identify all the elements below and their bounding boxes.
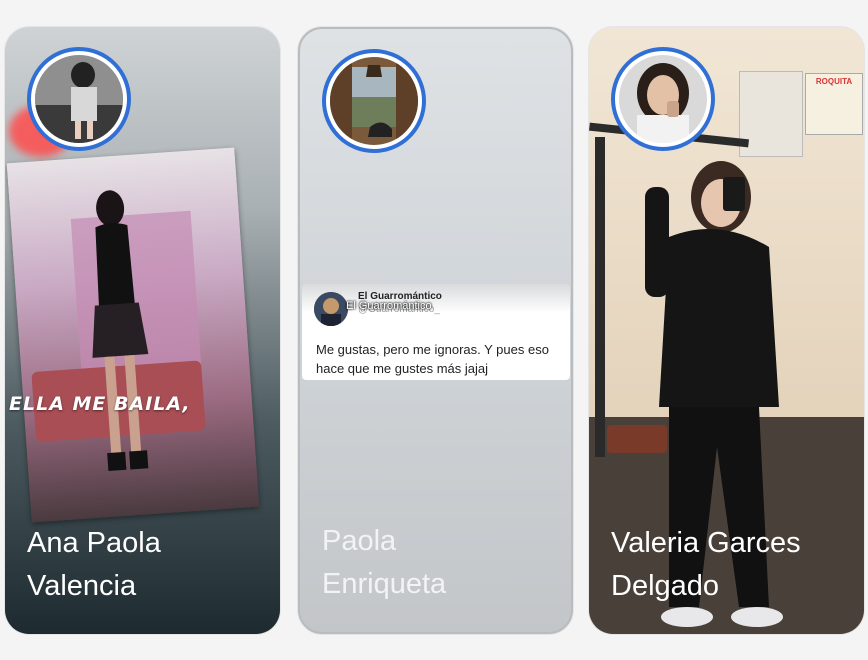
gym-machine xyxy=(595,137,605,457)
tweet-overlay-label: El Guarromántico xyxy=(346,300,432,312)
wall-poster xyxy=(739,71,803,157)
story-card-paola-enriqueta[interactable]: El Guarromántico @Guarromantico_ El Guar… xyxy=(298,27,573,634)
story-author-name: Ana Paola Valencia xyxy=(27,527,161,602)
profile-photo-icon xyxy=(330,57,418,145)
tweet-profile-icon xyxy=(314,292,348,326)
profile-photo-icon xyxy=(619,55,707,143)
story-avatar[interactable] xyxy=(322,49,426,153)
story-card-valeria-garces[interactable]: ROQUITA Valeria Garces Delgado xyxy=(589,27,864,634)
tweet-text: Me gustas, pero me ignoras. Y pues eso h… xyxy=(316,342,549,376)
story-author-name: Paola Enriqueta xyxy=(322,525,447,600)
wall-poster: ROQUITA xyxy=(805,73,863,135)
story-photo xyxy=(6,147,260,523)
story-caption: ELLA ME BAILA, xyxy=(9,393,191,415)
story-avatar[interactable] xyxy=(27,47,131,151)
stories-row: ELLA ME BAILA, Ana Paola Valencia El Gua… xyxy=(0,0,868,660)
story-author-name: Valeria Garces Delgado xyxy=(611,527,801,602)
story-card-ana-paola[interactable]: ELLA ME BAILA, Ana Paola Valencia xyxy=(5,27,280,634)
profile-photo-icon xyxy=(35,55,123,143)
tweet-avatar xyxy=(314,292,348,326)
story-avatar[interactable] xyxy=(611,47,715,151)
tweet-embed: El Guarromántico @Guarromantico_ El Guar… xyxy=(302,284,570,380)
